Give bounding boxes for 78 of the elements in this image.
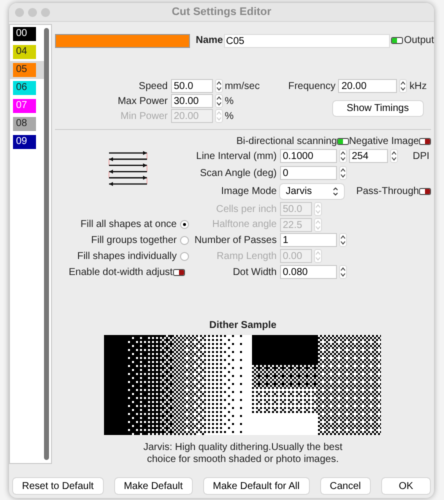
radio-button[interactable] bbox=[180, 252, 189, 260]
name-field[interactable]: C05 bbox=[224, 34, 390, 48]
unit-label: DPI bbox=[412, 150, 430, 164]
layer-swatch: 08 bbox=[13, 117, 36, 131]
field-label: Image Mode bbox=[220, 185, 278, 199]
show-timings-button[interactable]: Show Timings bbox=[332, 101, 423, 116]
toggle-label: Bi-directional scanning bbox=[236, 134, 337, 148]
layer-swatch: 00 bbox=[13, 27, 36, 41]
toggle-label: Pass-Through bbox=[356, 185, 419, 199]
toggle-switch[interactable] bbox=[336, 138, 349, 144]
input-field[interactable]: 50.0 bbox=[170, 79, 213, 93]
dialog-button[interactable]: OK bbox=[382, 478, 430, 494]
layer-item[interactable]: 05 bbox=[10, 61, 44, 79]
unit-label: % bbox=[224, 110, 234, 124]
toggle-label: Enable dot-width adjust bbox=[68, 266, 173, 280]
toggle-switch[interactable] bbox=[172, 268, 185, 276]
radio-button[interactable] bbox=[180, 236, 189, 244]
dialog-button[interactable]: Reset to Default bbox=[13, 478, 103, 494]
spinner-button[interactable] bbox=[338, 166, 347, 180]
radio-label: Fill shapes individually bbox=[77, 250, 178, 264]
spinner-button[interactable] bbox=[338, 233, 347, 247]
layer-swatch: 05 bbox=[13, 63, 36, 77]
layer-item[interactable]: 09 bbox=[10, 133, 44, 151]
layer-item[interactable]: 00 bbox=[10, 25, 44, 43]
image-mode-dropdown[interactable]: Jarvis bbox=[280, 184, 344, 199]
input-field[interactable]: 254 bbox=[348, 149, 388, 163]
input-field[interactable]: 0.080 bbox=[280, 265, 337, 279]
toggle-label: Negative Image bbox=[348, 134, 419, 148]
layer-swatch: 04 bbox=[13, 45, 36, 59]
spinner-button[interactable] bbox=[390, 149, 398, 163]
unit-label: mm/sec bbox=[224, 80, 260, 94]
layer-swatch: 09 bbox=[13, 135, 36, 149]
window-title: Cut Settings Editor bbox=[172, 4, 272, 20]
dialog-button[interactable]: Cancel bbox=[320, 478, 370, 494]
field-label: Number of Passes bbox=[193, 234, 278, 248]
field-label: Name bbox=[196, 34, 223, 48]
scan-pattern-drawing bbox=[108, 150, 148, 188]
dialog-button[interactable]: Make Default for All bbox=[204, 478, 309, 494]
spinner-button[interactable] bbox=[338, 149, 347, 163]
color-swatch-bar[interactable] bbox=[54, 34, 190, 48]
input-field[interactable]: 0 bbox=[280, 166, 337, 180]
radio-button[interactable] bbox=[180, 220, 189, 229]
field-label: Min Power bbox=[119, 110, 169, 124]
unit-label: kHz bbox=[409, 80, 427, 94]
layer-swatch: 07 bbox=[13, 99, 36, 113]
field-label: Frequency bbox=[287, 80, 336, 94]
input-field[interactable]: 0.1000 bbox=[280, 149, 337, 163]
field-label: Speed bbox=[138, 80, 169, 94]
spinner-button[interactable] bbox=[214, 94, 223, 108]
toggle-switch[interactable] bbox=[390, 37, 403, 44]
dither-caption: Jarvis: High quality dithering.Usually the best choice for smooth shaded or photo images. bbox=[142, 442, 344, 466]
spinner-button[interactable] bbox=[338, 265, 347, 279]
toggle-label: Output bbox=[404, 34, 434, 48]
field-label: Max Power bbox=[116, 94, 169, 108]
chevron-updown-icon bbox=[332, 187, 338, 196]
dither-title: Dither Sample bbox=[209, 319, 276, 333]
radio-label: Fill all shapes at once bbox=[80, 218, 178, 232]
layer-item[interactable]: 06 bbox=[10, 79, 44, 97]
field-label: Line Interval (mm) bbox=[195, 150, 278, 164]
field-label: Scan Angle (deg) bbox=[199, 166, 278, 180]
radio-label: Fill groups together bbox=[91, 234, 178, 248]
layer-item[interactable]: 04 bbox=[10, 43, 44, 61]
layer-item[interactable]: 08 bbox=[10, 115, 44, 133]
spinner-button[interactable] bbox=[399, 79, 408, 93]
toggle-switch[interactable] bbox=[419, 188, 431, 195]
dialog-button[interactable]: Make Default bbox=[114, 478, 192, 494]
input-field[interactable]: 20.00 bbox=[338, 79, 398, 93]
layer-swatch: 06 bbox=[13, 81, 36, 95]
input-field[interactable]: 1 bbox=[280, 233, 337, 247]
scrollbar[interactable] bbox=[44, 28, 49, 460]
spinner-button[interactable] bbox=[214, 79, 223, 93]
field-label: Dot Width bbox=[232, 266, 278, 280]
field-label: Cells per inch bbox=[215, 202, 278, 216]
field-label: Ramp Length bbox=[216, 250, 278, 264]
toggle-switch[interactable] bbox=[419, 138, 431, 144]
field-label: Halftone angle bbox=[211, 218, 278, 232]
unit-label: % bbox=[224, 94, 234, 108]
input-field[interactable]: 30.00 bbox=[170, 94, 213, 108]
